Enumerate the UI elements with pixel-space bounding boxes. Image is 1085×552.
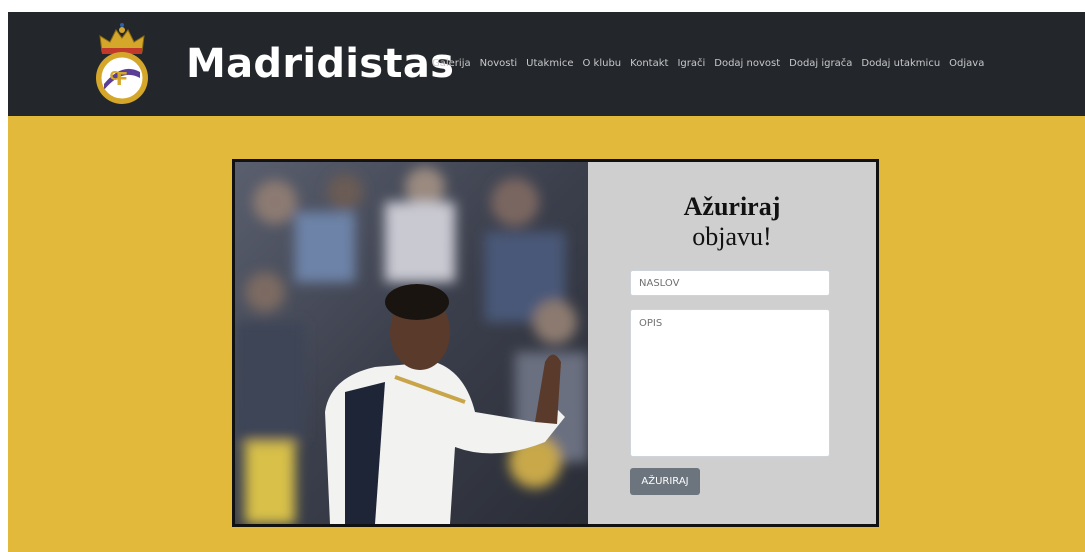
nav-item-dodaj-novost[interactable]: Dodaj novost bbox=[714, 58, 780, 69]
azuriraj-button[interactable]: AŽURIRAJ bbox=[630, 468, 700, 495]
svg-text:C: C bbox=[110, 69, 119, 83]
nav-menu: Galerija Novosti Utakmice O klubu Kontak… bbox=[432, 58, 984, 69]
page-background: F C Madridistas Galerija Novosti Utakmic… bbox=[8, 12, 1085, 552]
nav-item-igraci[interactable]: Igrači bbox=[677, 58, 705, 69]
brand-title[interactable]: Madridistas bbox=[186, 38, 454, 90]
navbar: F C Madridistas Galerija Novosti Utakmic… bbox=[8, 12, 1085, 116]
naslov-input[interactable] bbox=[630, 270, 830, 296]
form-title-line2: objavu! bbox=[692, 222, 772, 251]
nav-item-kontakt[interactable]: Kontakt bbox=[630, 58, 668, 69]
nav-item-dodaj-utakmicu[interactable]: Dodaj utakmicu bbox=[861, 58, 940, 69]
nav-item-galerija[interactable]: Galerija bbox=[432, 58, 471, 69]
form-title: Ažuriraj objavu! bbox=[588, 192, 876, 252]
nav-item-novosti[interactable]: Novosti bbox=[480, 58, 518, 69]
nav-item-utakmice[interactable]: Utakmice bbox=[526, 58, 573, 69]
player-photo bbox=[235, 162, 588, 524]
nav-item-o-klubu[interactable]: O klubu bbox=[583, 58, 622, 69]
opis-textarea[interactable] bbox=[630, 309, 830, 457]
nav-item-dodaj-igraca[interactable]: Dodaj igrača bbox=[789, 58, 852, 69]
form-title-line1: Ažuriraj bbox=[683, 192, 781, 221]
form-panel: Ažuriraj objavu! AŽURIRAJ bbox=[588, 162, 876, 524]
update-post-card: Ažuriraj objavu! AŽURIRAJ bbox=[232, 159, 879, 527]
real-madrid-crest-icon[interactable]: F C bbox=[88, 22, 156, 108]
nav-item-odjava[interactable]: Odjava bbox=[949, 58, 984, 69]
